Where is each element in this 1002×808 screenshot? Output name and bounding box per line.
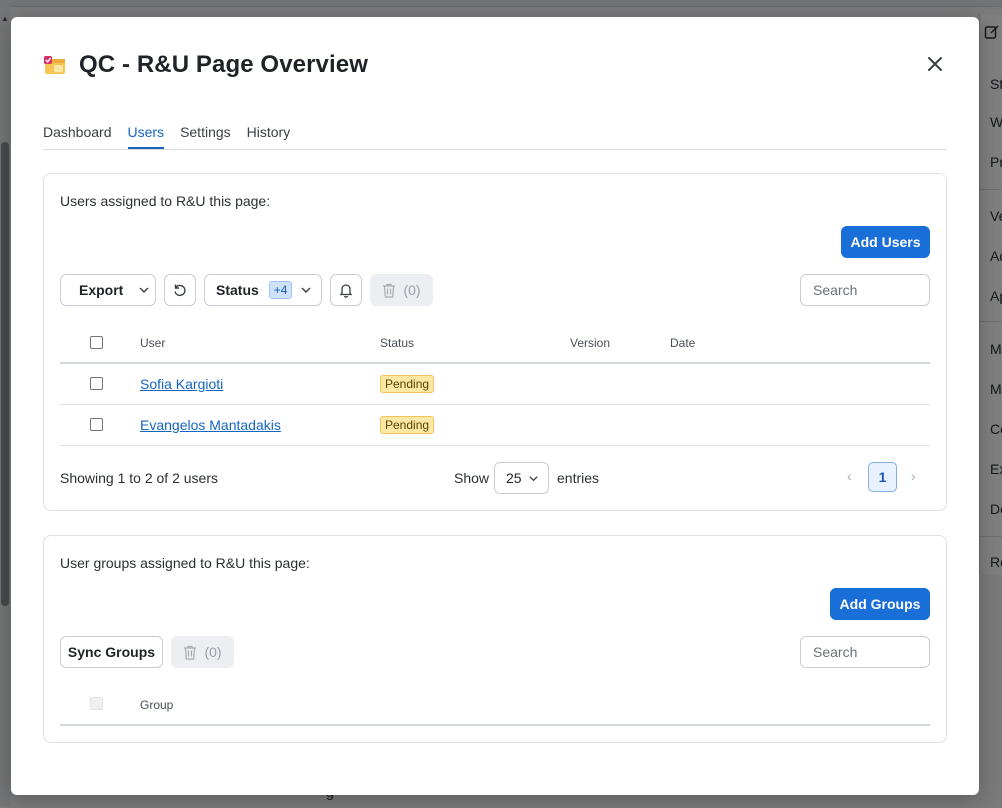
column-header-user[interactable]: User [140,336,165,350]
tab-users[interactable]: Users [127,124,165,149]
table-header-divider [60,362,930,364]
close-icon[interactable] [924,53,946,75]
row-checkbox[interactable] [90,377,103,390]
column-header-group[interactable]: Group [140,698,173,712]
export-label: Export [79,282,124,298]
delete-groups-count: (0) [204,644,222,660]
users-card: Users assigned to R&U this page: Add Use… [43,173,947,511]
status-badge: Pending [380,375,435,393]
add-groups-button[interactable]: Add Groups [830,588,930,620]
page-size-select[interactable]: 25 [494,462,549,494]
column-header-version[interactable]: Version [570,336,610,350]
chevron-down-icon [301,287,311,293]
status-badge: Pending [380,416,435,434]
trash-icon [383,283,396,298]
column-header-status[interactable]: Status [380,336,414,350]
select-all-users-checkbox[interactable] [90,336,103,349]
trash-icon [184,645,197,660]
delete-groups-button[interactable]: (0) [171,636,234,668]
groups-heading: User groups assigned to R&U this page: [60,555,310,571]
next-page-icon[interactable]: › [911,468,916,484]
add-users-button[interactable]: Add Users [841,226,930,258]
modal-title: QC - R&U Page Overview [79,51,368,78]
status-filter-label: Status [216,282,259,298]
entries-label: entries [557,470,600,486]
status-filter-count-badge: +4 [268,281,293,299]
delete-users-count: (0) [403,282,421,298]
chevron-down-icon [528,475,538,481]
export-dropdown-button[interactable]: Export [60,274,156,306]
table-row-divider [60,404,930,405]
bell-icon [339,284,353,298]
calendar-check-icon [44,56,65,74]
sync-groups-button[interactable]: Sync Groups [60,636,163,668]
modal-header: QC - R&U Page Overview [43,51,368,79]
tab-bar: Dashboard Users Settings History [43,124,947,150]
table-row-divider [60,445,930,446]
row-checkbox[interactable] [90,418,103,431]
tab-history[interactable]: History [247,124,291,149]
delete-users-button[interactable]: (0) [370,274,433,306]
reset-button[interactable] [164,274,196,306]
users-heading: Users assigned to R&U this page: [60,193,271,209]
status-filter-button[interactable]: Status +4 [204,274,322,306]
notify-button[interactable] [330,274,362,306]
previous-page-icon[interactable]: ‹ [847,468,852,484]
showing-entries-text: Showing 1 to 2 of 2 users [60,470,218,486]
column-header-date[interactable]: Date [670,336,695,350]
page-size-value: 25 [506,470,522,486]
reset-icon [174,284,186,297]
tab-dashboard[interactable]: Dashboard [43,124,112,149]
page-button-current[interactable]: 1 [868,462,897,492]
show-label: Show [454,470,490,486]
table-header-divider [60,724,930,726]
users-search-input[interactable] [800,274,930,306]
user-link[interactable]: Evangelos Mantadakis [140,417,281,433]
tab-settings[interactable]: Settings [180,124,231,149]
user-link[interactable]: Sofia Kargioti [140,376,223,392]
groups-search-input[interactable] [800,636,930,668]
groups-card: User groups assigned to R&U this page: A… [43,535,947,743]
chevron-down-icon [139,287,149,293]
select-all-groups-checkbox [90,697,103,710]
overview-modal: QC - R&U Page Overview Dashboard Users S… [11,17,979,795]
